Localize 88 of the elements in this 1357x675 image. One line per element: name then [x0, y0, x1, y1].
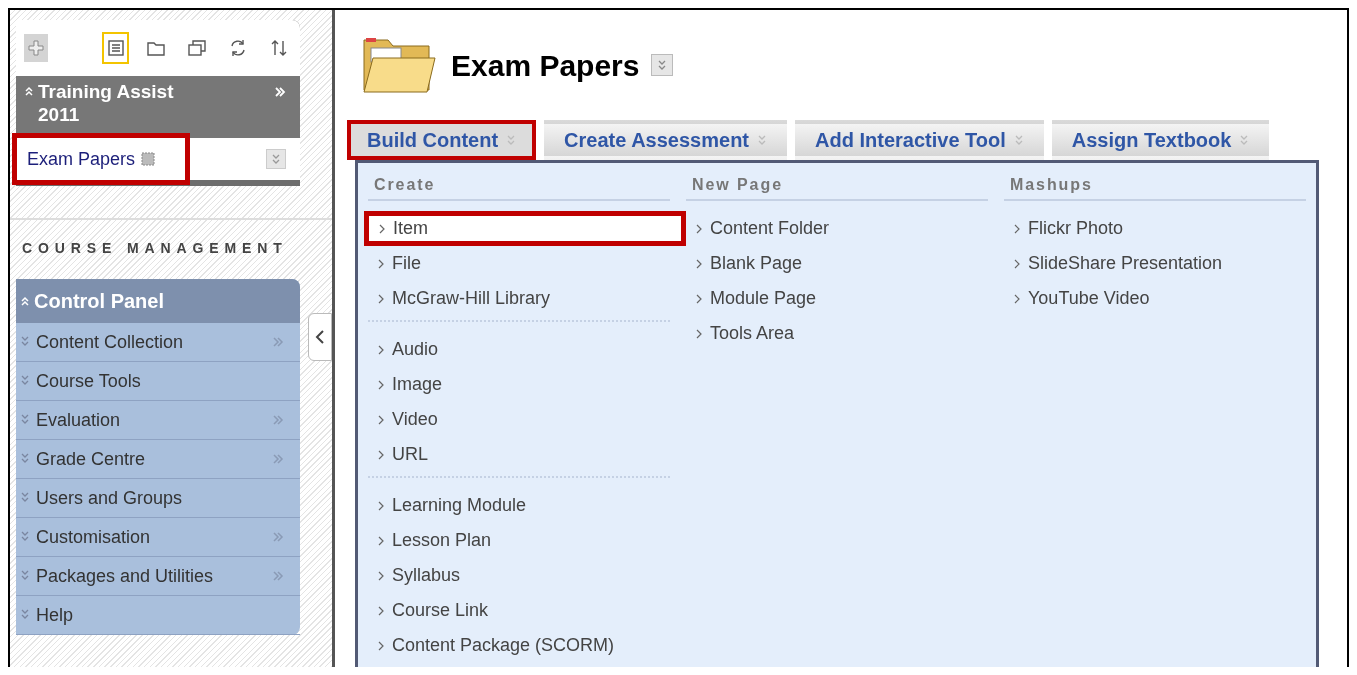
- menu-item[interactable]: Learning Module: [368, 488, 670, 523]
- double-chevron-icon: [272, 531, 284, 543]
- expand-icon: [20, 335, 30, 347]
- menu-item[interactable]: Content Package (SCORM): [368, 628, 670, 663]
- chevron-left-icon: [315, 329, 325, 345]
- chevron-right-icon: [696, 258, 702, 269]
- chevron-right-icon: [378, 570, 384, 581]
- menu-item[interactable]: Image: [368, 367, 670, 402]
- menu-item[interactable]: Item: [364, 211, 686, 246]
- sidebar-collapse-handle[interactable]: [308, 313, 332, 361]
- dropdown-icon: [757, 134, 767, 146]
- menu-item[interactable]: File: [368, 246, 670, 281]
- chevron-right-icon: [378, 293, 384, 304]
- double-chevron-icon: [272, 414, 284, 426]
- menu-toggle[interactable]: [651, 54, 674, 76]
- expand-icon: [20, 374, 30, 386]
- control-panel-item[interactable]: Content Collection: [16, 323, 300, 362]
- menu-item[interactable]: Blank Page: [686, 246, 988, 281]
- chevron-right-icon: [696, 293, 702, 304]
- menu-item[interactable]: Audio: [368, 332, 670, 367]
- plus-icon: [28, 40, 45, 56]
- menu-item[interactable]: Video: [368, 402, 670, 437]
- chevron-right-icon: [378, 344, 384, 355]
- menu-item[interactable]: URL: [368, 437, 670, 472]
- control-panel-item[interactable]: Course Tools: [16, 362, 300, 401]
- tab[interactable]: Create Assessment: [544, 120, 787, 160]
- chevron-right-icon: [1014, 258, 1020, 269]
- page-title: Exam Papers: [451, 47, 640, 84]
- expand-icon: [20, 608, 30, 620]
- chevron-right-icon: [1014, 223, 1020, 234]
- double-chevron-icon: [657, 59, 668, 71]
- chevron-right-icon: [378, 258, 384, 269]
- dropdown-icon: [1013, 134, 1024, 146]
- column-heading: New Page: [686, 173, 988, 201]
- control-panel-item[interactable]: Help: [16, 596, 300, 635]
- chevron-right-icon: [378, 535, 384, 546]
- collapse-icon: [24, 86, 34, 96]
- dropdown-icon: [1239, 134, 1250, 146]
- menu-item[interactable]: Module Page: [686, 281, 988, 316]
- menu-item[interactable]: Content Folder: [686, 211, 988, 246]
- control-panel-item[interactable]: Packages and Utilities: [16, 557, 300, 596]
- column-heading: Mashups: [1004, 173, 1306, 201]
- expand-icon: [20, 452, 30, 464]
- add-button[interactable]: [24, 34, 49, 62]
- course-title[interactable]: Training Assist 2011: [38, 80, 208, 126]
- view-button[interactable]: [102, 32, 130, 64]
- menu-item[interactable]: SlideShare Presentation: [1004, 246, 1306, 281]
- course-link[interactable]: Exam Papers: [12, 133, 191, 185]
- double-chevron-icon: [272, 570, 284, 582]
- double-chevron-icon: [274, 86, 286, 98]
- expand-icon: [20, 530, 30, 542]
- expand-icon: [20, 491, 30, 503]
- double-chevron-icon: [272, 453, 284, 465]
- dropdown-icon: [506, 134, 517, 146]
- expand-icon: [20, 569, 30, 581]
- context-menu-icon: [141, 152, 156, 166]
- tab[interactable]: Build Content: [347, 120, 537, 160]
- chevron-right-icon: [378, 605, 384, 616]
- menu-item[interactable]: Course Link: [368, 593, 670, 628]
- menu-item[interactable]: Lesson Plan: [368, 523, 670, 558]
- tab[interactable]: Assign Textbook: [1051, 120, 1270, 160]
- chevron-right-icon: [378, 379, 384, 390]
- menu-item[interactable]: Syllabus: [368, 558, 670, 593]
- chevron-right-icon: [379, 223, 385, 234]
- control-panel-item[interactable]: Customisation: [16, 518, 300, 557]
- expand-icon: [20, 413, 30, 425]
- chevron-right-icon: [378, 640, 384, 651]
- menu-item[interactable]: Flickr Photo: [1004, 211, 1306, 246]
- tab[interactable]: Add Interactive Tool: [795, 120, 1044, 160]
- chevron-right-icon: [378, 449, 384, 460]
- menu-item[interactable]: Tools Area: [686, 316, 988, 351]
- section-heading: COURSE MANAGEMENT: [22, 239, 289, 258]
- chevron-right-icon: [696, 328, 702, 339]
- chevron-right-icon: [1014, 293, 1020, 304]
- double-chevron-icon: [271, 153, 281, 165]
- menu-item[interactable]: McGraw-Hill Library: [368, 281, 670, 316]
- control-panel-item[interactable]: Grade Centre: [16, 440, 300, 479]
- windows-icon: [187, 38, 208, 58]
- list-view-icon: [105, 38, 126, 58]
- chevron-right-icon: [696, 223, 702, 234]
- chevron-right-icon: [378, 500, 384, 511]
- column-heading: Create: [368, 173, 670, 201]
- control-panel-item[interactable]: Users and Groups: [16, 479, 300, 518]
- double-chevron-icon: [272, 336, 284, 348]
- menu-item[interactable]: YouTube Video: [1004, 281, 1306, 316]
- control-panel-item[interactable]: Evaluation: [16, 401, 300, 440]
- chevron-right-icon: [378, 414, 384, 425]
- menu-toggle[interactable]: [266, 149, 286, 169]
